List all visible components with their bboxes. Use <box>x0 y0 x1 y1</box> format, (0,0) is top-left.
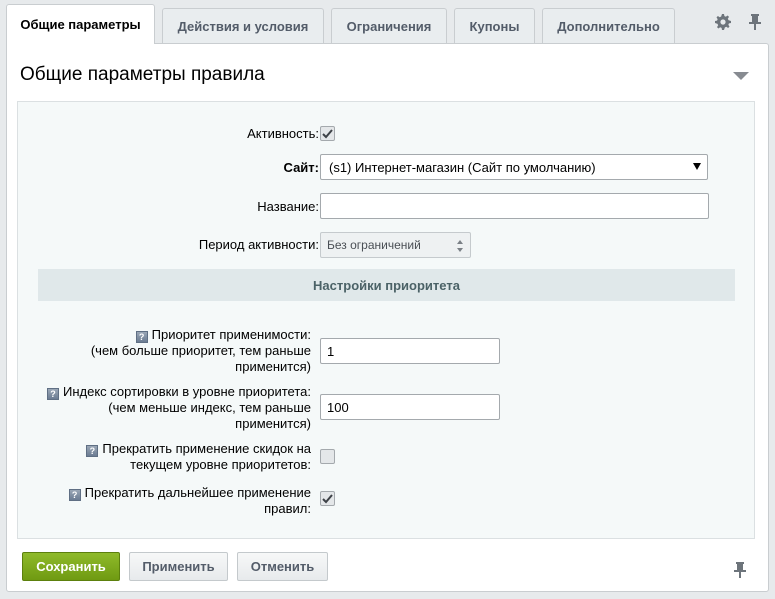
save-button[interactable]: Сохранить <box>22 552 120 581</box>
collapse-arrow-icon[interactable] <box>733 72 749 80</box>
dropdown-arrow-icon <box>693 163 701 170</box>
apply-priority-label: ? Приоритет применимости: (чем больше при… <box>90 327 311 374</box>
stop-level-label: ? Прекратить применение скидок на текущем… <box>86 441 311 473</box>
stop-level-checkbox[interactable] <box>320 449 335 464</box>
site-select-value: (s1) Интернет-магазин (Сайт по умолчанию… <box>329 159 596 175</box>
period-select[interactable]: Без ограничений <box>320 232 471 258</box>
period-select-value: Без ограничений <box>327 238 421 252</box>
apply-priority-input[interactable]: 1 <box>320 338 500 364</box>
apply-button[interactable]: Применить <box>129 552 228 581</box>
pin-icon[interactable] <box>734 562 748 580</box>
general-settings-panel: Общие параметры правила Активность: Сайт… <box>6 43 769 592</box>
active-label: Активность: <box>247 126 319 141</box>
pin-icon[interactable] <box>745 12 765 32</box>
tab-restrictions[interactable]: Ограничения <box>331 8 447 43</box>
sort-index-label: ? Индекс сортировки в уровне приоритета: … <box>46 384 311 432</box>
help-icon[interactable]: ? <box>68 489 81 501</box>
active-checkbox[interactable] <box>320 126 335 141</box>
cancel-button[interactable]: Отменить <box>237 552 328 581</box>
section-title: Общие параметры правила <box>20 64 265 85</box>
name-label: Название: <box>257 199 319 214</box>
updown-arrows-icon <box>457 240 464 252</box>
help-icon[interactable]: ? <box>86 445 99 457</box>
tab-bar: Общие параметры Действия и условия Огран… <box>0 0 775 48</box>
period-label: Период активности: <box>198 237 319 252</box>
site-select[interactable]: (s1) Интернет-магазин (Сайт по умолчанию… <box>320 154 708 180</box>
tab-coupons[interactable]: Купоны <box>454 8 535 43</box>
priority-settings-header: Настройки приоритета <box>38 269 735 301</box>
stop-further-checkbox[interactable] <box>320 491 335 506</box>
site-label: Сайт: <box>283 160 319 175</box>
tab-actions-conditions[interactable]: Действия и условия <box>162 8 324 43</box>
tab-general[interactable]: Общие параметры <box>6 4 155 44</box>
form-box: Активность: Сайт: (s1) Интернет-магазин … <box>17 101 755 539</box>
help-icon[interactable]: ? <box>135 331 148 343</box>
gear-icon[interactable] <box>713 12 733 32</box>
name-input[interactable] <box>320 193 709 219</box>
help-icon[interactable]: ? <box>46 388 59 400</box>
stop-further-label: ? Прекратить дальнейшее применение правил… <box>68 485 311 517</box>
tab-additional[interactable]: Дополнительно <box>542 8 675 43</box>
sort-index-input[interactable]: 100 <box>320 394 500 420</box>
